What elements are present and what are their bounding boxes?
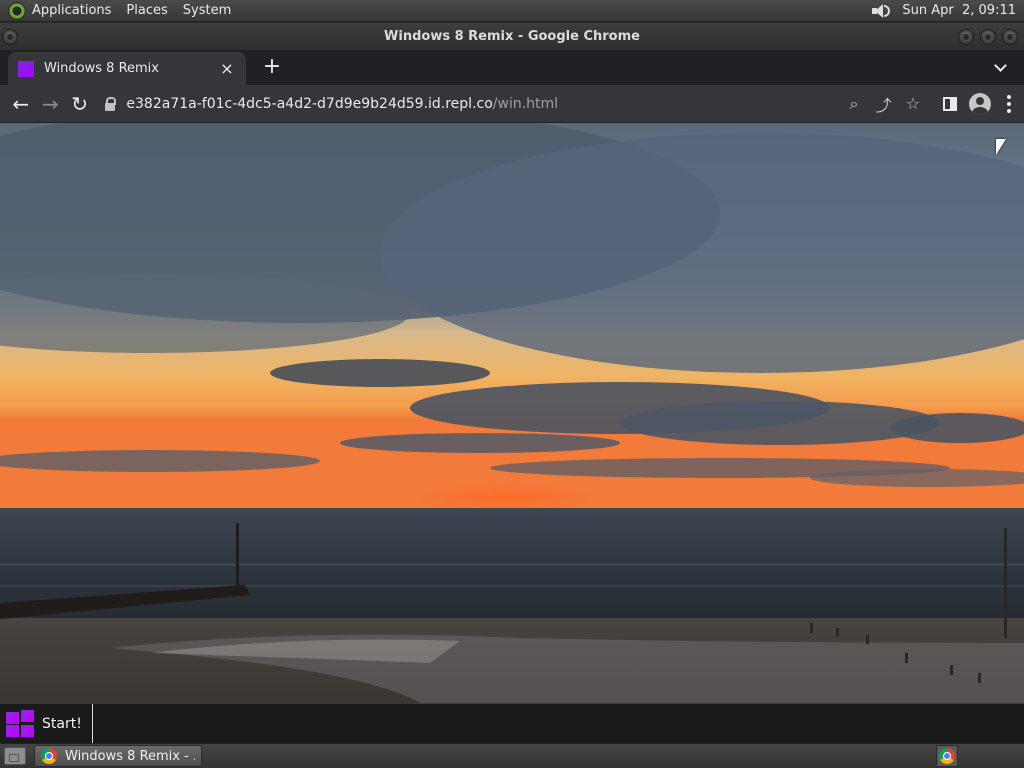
chrome-menu-button[interactable] <box>995 88 1024 120</box>
url-path: /win.html <box>492 95 559 112</box>
tray-chrome-icon <box>939 748 955 764</box>
start-button[interactable]: Start! <box>0 703 93 744</box>
favicon-icon <box>18 60 34 77</box>
window-menu-button[interactable] <box>2 29 18 45</box>
bookmark-star-icon[interactable]: ☆ <box>898 88 927 120</box>
tab-windows-8-remix[interactable]: Windows 8 Remix × <box>8 52 246 85</box>
reload-button[interactable]: ↻ <box>65 88 94 120</box>
browser-toolbar: ← → ↻ e382a71a-f01c-4dc5-a4d2-d7d9e9b24d… <box>0 85 1024 123</box>
chrome-icon <box>41 748 57 764</box>
kebab-menu-icon <box>1007 94 1012 113</box>
start-label: Start! <box>42 715 82 732</box>
address-bar[interactable]: e382a71a-f01c-4dc5-a4d2-d7d9e9b24d59.id.… <box>100 89 837 119</box>
windows-logo-icon <box>6 709 36 738</box>
new-tab-button[interactable]: + <box>258 54 286 82</box>
show-desktop-icon[interactable] <box>4 747 26 765</box>
menu-applications[interactable]: Applications <box>32 3 111 18</box>
page-viewport[interactable] <box>0 123 1024 703</box>
taskbar-item-label: Windows 8 Remix - ... <box>65 748 195 764</box>
menu-places[interactable]: Places <box>126 3 167 18</box>
side-panel-icon <box>943 96 958 111</box>
profile-button[interactable] <box>965 88 994 120</box>
mouse-pointer-icon <box>996 139 1006 155</box>
tab-search-chevron-icon[interactable] <box>992 59 1010 77</box>
menu-system[interactable]: System <box>183 3 231 18</box>
tab-close-icon[interactable]: × <box>218 59 236 78</box>
share-icon[interactable]: ⤴ <box>869 88 898 120</box>
panel-clock[interactable]: Sun Apr 2, 09:11 <box>902 3 1016 18</box>
lock-icon[interactable] <box>104 96 117 111</box>
bottom-panel: Windows 8 Remix - ... <box>0 743 1024 768</box>
minimize-button[interactable] <box>958 29 974 45</box>
back-button[interactable]: ← <box>6 88 35 120</box>
wallpaper-sunset-over-sea <box>0 123 1024 703</box>
page-taskbar: Start! <box>0 703 1024 744</box>
window-title: Windows 8 Remix - Google Chrome <box>384 29 640 44</box>
gnome-foot-icon[interactable] <box>8 1 26 20</box>
side-panel-button[interactable] <box>936 88 965 120</box>
maximize-button[interactable] <box>980 29 996 45</box>
url-host: e382a71a-f01c-4dc5-a4d2-d7d9e9b24d59.id.… <box>126 95 493 112</box>
profile-avatar-icon <box>968 92 991 115</box>
top-panel: Applications Places System Sun Apr 2, 09… <box>0 0 1024 22</box>
window-titlebar[interactable]: Windows 8 Remix - Google Chrome <box>0 23 1024 50</box>
tray-chrome-button[interactable] <box>936 745 958 767</box>
volume-icon[interactable] <box>870 3 891 19</box>
close-window-button[interactable] <box>1002 29 1018 45</box>
zoom-icon[interactable]: ⌕ <box>839 88 868 120</box>
forward-button[interactable]: → <box>35 88 64 120</box>
tab-strip: Windows 8 Remix × + <box>0 50 1024 85</box>
taskbar-item-chrome[interactable]: Windows 8 Remix - ... <box>34 745 202 767</box>
tab-title: Windows 8 Remix <box>44 61 159 76</box>
